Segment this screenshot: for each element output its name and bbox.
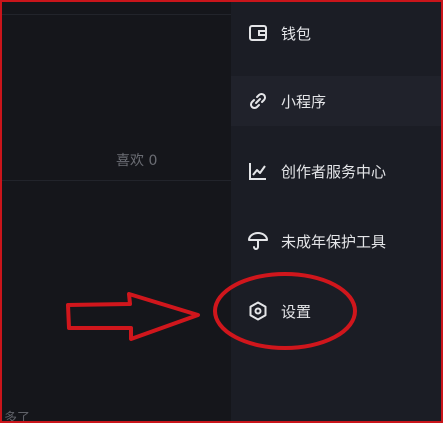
menu-label-minor-protection: 未成年保护工具 <box>281 232 387 251</box>
menu-label-creator-center: 创作者服务中心 <box>281 162 387 181</box>
hexagon-settings-icon <box>248 301 268 321</box>
link-icon <box>248 91 268 111</box>
likes-count-label[interactable]: 喜欢 0 <box>116 150 157 170</box>
screenshot-frame: 喜欢 0 多了 钱包 小程序 创作者服务中心 未成年保护工具 设置 <box>0 0 443 423</box>
umbrella-icon <box>248 231 268 251</box>
wallet-icon <box>248 23 268 43</box>
menu-label-settings: 设置 <box>281 302 312 321</box>
menu-item-creator-center[interactable]: 创作者服务中心 <box>231 146 441 196</box>
menu-label-wallet: 钱包 <box>281 24 312 43</box>
menu-item-minor-protection[interactable]: 未成年保护工具 <box>231 216 441 266</box>
partial-text: 多了 <box>4 411 31 423</box>
menu-item-settings[interactable]: 设置 <box>231 286 441 336</box>
side-drawer-menu: 钱包 小程序 创作者服务中心 未成年保护工具 设置 <box>231 2 441 421</box>
menu-item-mini-program[interactable]: 小程序 <box>231 76 441 126</box>
menu-item-wallet[interactable]: 钱包 <box>231 8 441 58</box>
background-page: 喜欢 0 多了 <box>2 2 231 421</box>
menu-label-mini-program: 小程序 <box>281 92 327 111</box>
chart-line-icon <box>248 161 268 181</box>
